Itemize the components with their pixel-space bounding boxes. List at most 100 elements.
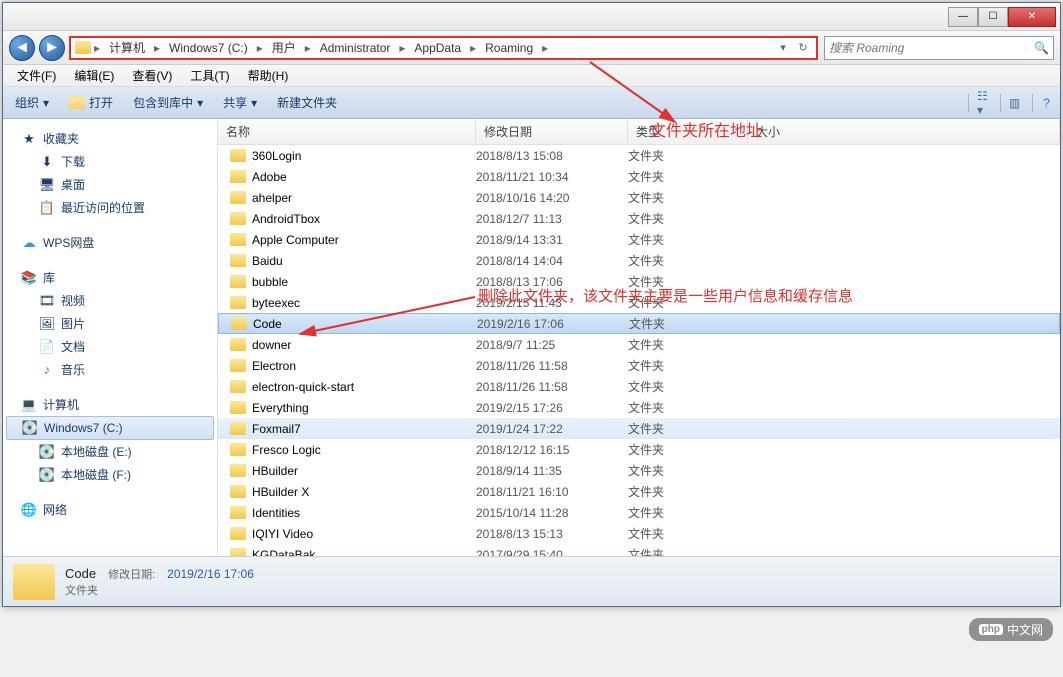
crumb-users[interactable]: 用户 bbox=[266, 37, 302, 58]
file-row[interactable]: bubble2018/8/13 17:06文件夹 bbox=[218, 271, 1060, 292]
file-row[interactable]: Apple Computer2018/9/14 13:31文件夹 bbox=[218, 229, 1060, 250]
open-folder-icon bbox=[69, 96, 85, 109]
file-row[interactable]: Adobe2018/11/21 10:34文件夹 bbox=[218, 166, 1060, 187]
chevron-right-icon[interactable]: ▸ bbox=[539, 41, 551, 55]
column-headers: 名称 修改日期 类型 大小 bbox=[218, 119, 1060, 145]
sidebar-wps[interactable]: ☁WPS网盘 bbox=[3, 231, 217, 254]
folder-icon bbox=[230, 464, 246, 477]
view-options-icon[interactable]: ☷ ▾ bbox=[968, 94, 988, 112]
file-row[interactable]: HBuilder X2018/11/21 16:10文件夹 bbox=[218, 481, 1060, 502]
sidebar-downloads[interactable]: ⬇下载 bbox=[3, 150, 217, 173]
sidebar-pictures[interactable]: 🖼图片 bbox=[3, 312, 217, 335]
chevron-right-icon[interactable]: ▸ bbox=[302, 41, 314, 55]
include-button[interactable]: 包含到库中 ▾ bbox=[129, 92, 207, 113]
crumb-computer[interactable]: 计算机 bbox=[103, 37, 151, 58]
back-button[interactable]: ◄ bbox=[9, 35, 35, 61]
chevron-right-icon[interactable]: ▸ bbox=[254, 41, 266, 55]
crumb-drive[interactable]: Windows7 (C:) bbox=[163, 39, 254, 57]
file-row[interactable]: electron-quick-start2018/11/26 11:58文件夹 bbox=[218, 376, 1060, 397]
drive-icon: 💽 bbox=[22, 420, 38, 436]
file-date: 2018/8/14 14:04 bbox=[476, 254, 628, 268]
forward-button[interactable]: ► bbox=[39, 35, 65, 61]
column-type[interactable]: 类型 bbox=[628, 119, 748, 144]
close-button[interactable]: ✕ bbox=[1008, 7, 1056, 27]
network-icon: 🌐 bbox=[21, 502, 37, 518]
file-row[interactable]: AndroidTbox2018/12/7 11:13文件夹 bbox=[218, 208, 1060, 229]
column-size[interactable]: 大小 bbox=[748, 119, 1060, 144]
search-box[interactable]: 🔍 bbox=[824, 36, 1054, 60]
sidebar-network[interactable]: 🌐网络 bbox=[3, 498, 217, 521]
status-folder-icon bbox=[13, 564, 55, 600]
dropdown-icon[interactable]: ▾ bbox=[774, 39, 792, 57]
minimize-button[interactable]: — bbox=[948, 7, 978, 27]
menu-edit[interactable]: 编辑(E) bbox=[66, 65, 122, 86]
column-name[interactable]: 名称 bbox=[218, 119, 476, 144]
file-row[interactable]: Everything2019/2/15 17:26文件夹 bbox=[218, 397, 1060, 418]
sidebar-music[interactable]: ♪音乐 bbox=[3, 358, 217, 381]
file-date: 2019/2/15 17:26 bbox=[476, 401, 628, 415]
file-row[interactable]: Electron2018/11/26 11:58文件夹 bbox=[218, 355, 1060, 376]
sidebar-drive-c[interactable]: 💽Windows7 (C:) bbox=[6, 416, 214, 440]
menu-tools[interactable]: 工具(T) bbox=[182, 65, 237, 86]
newfolder-button[interactable]: 新建文件夹 bbox=[273, 92, 341, 113]
maximize-button[interactable]: ☐ bbox=[978, 7, 1008, 27]
sidebar-videos[interactable]: 🎞视频 bbox=[3, 289, 217, 312]
folder-icon bbox=[230, 359, 246, 372]
file-name: Baidu bbox=[252, 254, 283, 268]
drive-icon: 💽 bbox=[39, 444, 55, 460]
file-row[interactable]: downer2018/9/7 11:25文件夹 bbox=[218, 334, 1060, 355]
refresh-icon[interactable]: ↻ bbox=[794, 39, 812, 57]
chevron-right-icon[interactable]: ▸ bbox=[467, 41, 479, 55]
sidebar-drive-f[interactable]: 💽本地磁盘 (F:) bbox=[3, 463, 217, 486]
file-name: Foxmail7 bbox=[252, 422, 301, 436]
file-row[interactable]: Fresco Logic2018/12/12 16:15文件夹 bbox=[218, 439, 1060, 460]
chevron-right-icon[interactable]: ▸ bbox=[396, 41, 408, 55]
file-row[interactable]: Code2019/2/16 17:06文件夹 bbox=[218, 313, 1060, 334]
chevron-right-icon[interactable]: ▸ bbox=[91, 41, 103, 55]
sidebar-computer[interactable]: 💻计算机 bbox=[3, 393, 217, 416]
file-row[interactable]: 360Login2018/8/13 15:08文件夹 bbox=[218, 145, 1060, 166]
sidebar-documents[interactable]: 📄文档 bbox=[3, 335, 217, 358]
file-row[interactable]: Foxmail72019/1/24 17:22文件夹 bbox=[218, 418, 1060, 439]
sidebar-drive-e[interactable]: 💽本地磁盘 (E:) bbox=[3, 440, 217, 463]
file-type: 文件夹 bbox=[628, 252, 748, 269]
file-row[interactable]: HBuilder2018/9/14 11:35文件夹 bbox=[218, 460, 1060, 481]
search-input[interactable] bbox=[829, 41, 1034, 55]
file-row[interactable]: IQIYI Video2018/8/13 15:13文件夹 bbox=[218, 523, 1060, 544]
file-type: 文件夹 bbox=[628, 357, 748, 374]
search-icon[interactable]: 🔍 bbox=[1034, 41, 1049, 55]
chevron-right-icon[interactable]: ▸ bbox=[151, 41, 163, 55]
crumb-roaming[interactable]: Roaming bbox=[479, 39, 539, 57]
address-bar[interactable]: ▸ 计算机 ▸ Windows7 (C:) ▸ 用户 ▸ Administrat… bbox=[69, 36, 818, 60]
file-row[interactable]: ahelper2018/10/16 14:20文件夹 bbox=[218, 187, 1060, 208]
video-icon: 🎞 bbox=[39, 293, 55, 309]
sidebar-favorites[interactable]: ★收藏夹 bbox=[3, 127, 217, 150]
share-button[interactable]: 共享 ▾ bbox=[219, 92, 261, 113]
menu-file[interactable]: 文件(F) bbox=[9, 65, 64, 86]
folder-icon bbox=[75, 40, 91, 56]
status-type: 文件夹 bbox=[65, 582, 254, 598]
file-type: 文件夹 bbox=[629, 315, 749, 332]
sidebar-recent[interactable]: 📋最近访问的位置 bbox=[3, 196, 217, 219]
file-row[interactable]: KGDataBak2017/9/29 15:40文件夹 bbox=[218, 544, 1060, 556]
file-type: 文件夹 bbox=[628, 378, 748, 395]
crumb-admin[interactable]: Administrator bbox=[314, 39, 397, 57]
menu-help[interactable]: 帮助(H) bbox=[240, 65, 297, 86]
open-button[interactable]: 打开 bbox=[65, 92, 117, 113]
file-row[interactable]: Baidu 2018/8/14 14:04文件夹 bbox=[218, 250, 1060, 271]
file-date: 2018/11/26 11:58 bbox=[476, 359, 628, 373]
organize-button[interactable]: 组织 ▾ bbox=[11, 92, 53, 113]
menu-view[interactable]: 查看(V) bbox=[124, 65, 180, 86]
file-row[interactable]: byteexec2019/2/15 11:43文件夹 bbox=[218, 292, 1060, 313]
file-list[interactable]: 360Login2018/8/13 15:08文件夹Adobe2018/11/2… bbox=[218, 145, 1060, 556]
crumb-appdata[interactable]: AppData bbox=[408, 39, 467, 57]
file-row[interactable]: Identities2015/10/14 11:28文件夹 bbox=[218, 502, 1060, 523]
sidebar-desktop[interactable]: 🖥桌面 bbox=[3, 173, 217, 196]
file-pane: 名称 修改日期 类型 大小 360Login2018/8/13 15:08文件夹… bbox=[218, 119, 1060, 556]
folder-icon bbox=[230, 254, 246, 267]
column-date[interactable]: 修改日期 bbox=[476, 119, 628, 144]
help-icon[interactable]: ? bbox=[1032, 94, 1052, 112]
file-name: Adobe bbox=[252, 170, 287, 184]
sidebar-libraries[interactable]: 📚库 bbox=[3, 266, 217, 289]
preview-pane-icon[interactable]: ▥ bbox=[1000, 94, 1020, 112]
